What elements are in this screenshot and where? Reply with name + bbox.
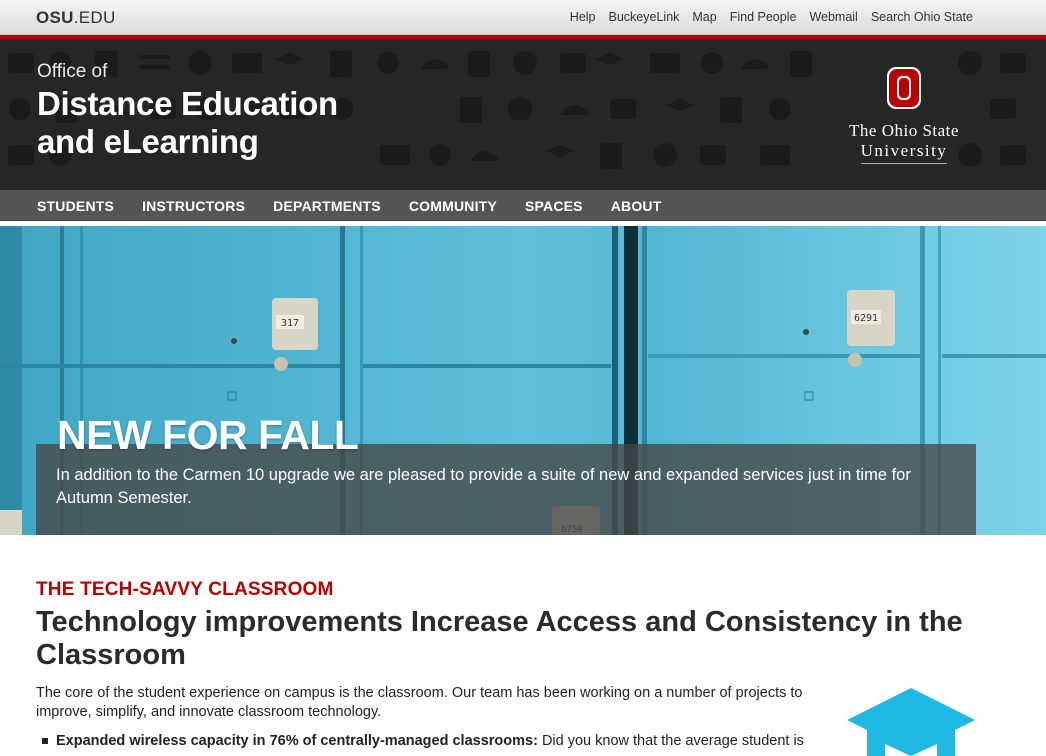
osu-logo-rest: .EDU xyxy=(73,8,116,27)
nav-spaces[interactable]: SPACES xyxy=(525,198,583,214)
webmail-link[interactable]: Webmail xyxy=(809,10,857,24)
main-navigation: STUDENTS INSTRUCTORS DEPARTMENTS COMMUNI… xyxy=(0,190,1046,221)
bullet-bold-text: Expanded wireless capacity in 76% of cen… xyxy=(56,733,538,749)
block-o-icon xyxy=(887,67,921,109)
osu-university-logo[interactable]: The Ohio State University xyxy=(833,66,975,164)
hero-heading[interactable]: NEW FOR FALL xyxy=(57,412,359,459)
article-kicker: THE TECH-SAVVY CLASSROOM xyxy=(36,579,334,600)
osu-edu-logo[interactable]: OSU.EDU xyxy=(36,8,116,28)
help-link[interactable]: Help xyxy=(570,10,596,24)
svg-text:317: 317 xyxy=(281,318,299,329)
nav-about[interactable]: ABOUT xyxy=(611,198,662,214)
osu-logo-bold: OSU xyxy=(36,8,74,27)
search-ohio-state-link[interactable]: Search Ohio State xyxy=(871,10,973,24)
site-title-line1: Distance Education xyxy=(37,85,338,122)
hero-caption-text: In addition to the Carmen 10 upgrade we … xyxy=(56,466,911,507)
masthead: Office of Distance Education and eLearni… xyxy=(0,39,1046,190)
site-title-line2: and eLearning xyxy=(37,123,259,160)
osu-brand-line2: University xyxy=(860,141,948,164)
bullet-text: Did you know that the average student is xyxy=(537,733,804,749)
map-link[interactable]: Map xyxy=(692,10,716,24)
site-title-pre: Office of xyxy=(37,61,108,82)
list-item: Expanded wireless capacity in 76% of cen… xyxy=(42,732,812,751)
svg-text:6291: 6291 xyxy=(854,313,878,324)
nav-instructors[interactable]: INSTRUCTORS xyxy=(142,198,245,214)
osu-brand-line1: The Ohio State xyxy=(849,121,959,140)
osu-global-bar: OSU.EDU Help BuckeyeLink Map Find People… xyxy=(0,0,1046,35)
osu-utility-links: Help BuckeyeLink Map Find People Webmail… xyxy=(570,10,973,24)
article-intro: The core of the student experience on ca… xyxy=(36,685,803,720)
buckeyelink-link[interactable]: BuckeyeLink xyxy=(609,10,680,24)
nav-departments[interactable]: DEPARTMENTS xyxy=(273,198,381,214)
bullet-icon xyxy=(42,738,48,745)
site-title[interactable]: Office of Distance Education and eLearni… xyxy=(37,61,338,161)
nav-community[interactable]: COMMUNITY xyxy=(409,198,497,214)
nav-students[interactable]: STUDENTS xyxy=(37,198,114,214)
article-headline[interactable]: Technology improvements Increase Access … xyxy=(36,606,966,672)
graduation-cap-icon xyxy=(847,688,975,756)
find-people-link[interactable]: Find People xyxy=(730,10,797,24)
